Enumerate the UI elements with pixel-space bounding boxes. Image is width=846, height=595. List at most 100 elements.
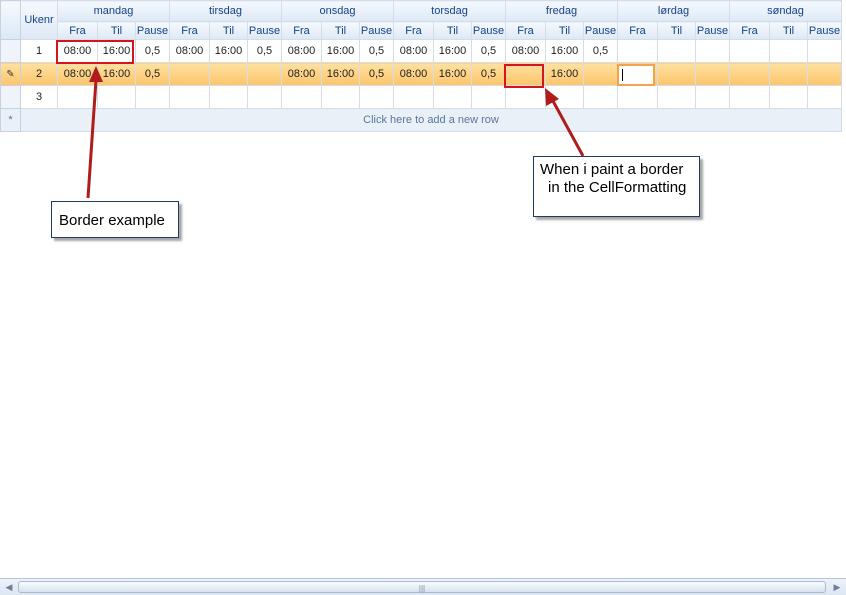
cell[interactable]: 0,5 bbox=[135, 39, 170, 63]
cell[interactable] bbox=[807, 62, 842, 86]
cell[interactable] bbox=[769, 62, 808, 86]
cell-ukenr[interactable]: 3 bbox=[20, 85, 58, 109]
cell[interactable] bbox=[135, 85, 170, 109]
header-sub-pause-2[interactable]: Pause bbox=[359, 21, 394, 40]
scroll-right-icon[interactable]: ▶ bbox=[830, 581, 844, 593]
header-sub-fra-1[interactable]: Fra bbox=[169, 21, 210, 40]
header-day-torsdag[interactable]: torsdag bbox=[393, 0, 506, 22]
header-sub-fra-2[interactable]: Fra bbox=[281, 21, 322, 40]
cell[interactable] bbox=[657, 62, 696, 86]
row-selector[interactable] bbox=[0, 39, 21, 63]
header-sub-til-4[interactable]: Til bbox=[545, 21, 584, 40]
cell[interactable]: 16:00 bbox=[209, 39, 248, 63]
cell[interactable] bbox=[807, 39, 842, 63]
header-sub-til-5[interactable]: Til bbox=[657, 21, 696, 40]
cell-ukenr[interactable]: 2 bbox=[20, 62, 58, 86]
cell[interactable] bbox=[729, 85, 770, 109]
cell[interactable]: 08:00 bbox=[505, 39, 546, 63]
cell[interactable] bbox=[695, 62, 730, 86]
cell[interactable] bbox=[247, 85, 282, 109]
cell[interactable]: 08:00 bbox=[393, 62, 434, 86]
cell[interactable] bbox=[321, 85, 360, 109]
header-day-tirsdag[interactable]: tirsdag bbox=[169, 0, 282, 22]
header-sub-til-6[interactable]: Til bbox=[769, 21, 808, 40]
header-sub-til-0[interactable]: Til bbox=[97, 21, 136, 40]
cell[interactable] bbox=[505, 85, 546, 109]
cell[interactable]: 0,5 bbox=[135, 62, 170, 86]
cell[interactable] bbox=[471, 85, 506, 109]
header-day-mandag[interactable]: mandag bbox=[57, 0, 170, 22]
cell[interactable] bbox=[617, 39, 658, 63]
cell[interactable] bbox=[617, 85, 658, 109]
cell[interactable]: 16:00 bbox=[545, 62, 584, 86]
horizontal-scrollbar[interactable]: ◀ ||| ▶ bbox=[0, 578, 846, 595]
cell[interactable]: 08:00 bbox=[393, 39, 434, 63]
cell[interactable] bbox=[695, 85, 730, 109]
cell-ukenr[interactable]: 1 bbox=[20, 39, 58, 63]
cell[interactable] bbox=[281, 85, 322, 109]
cell[interactable] bbox=[247, 62, 282, 86]
cell[interactable]: 16:00 bbox=[433, 62, 472, 86]
cell[interactable]: 16:00 bbox=[97, 62, 136, 86]
header-sub-pause-0[interactable]: Pause bbox=[135, 21, 170, 40]
header-sub-fra-5[interactable]: Fra bbox=[617, 21, 658, 40]
row-selector[interactable]: ✎ bbox=[0, 62, 21, 86]
header-sub-fra-4[interactable]: Fra bbox=[505, 21, 546, 40]
header-day-onsdag[interactable]: onsdag bbox=[281, 0, 394, 22]
corner-header[interactable] bbox=[0, 0, 21, 40]
cell[interactable]: 08:00 bbox=[281, 62, 322, 86]
cell[interactable]: 08:00 bbox=[57, 62, 98, 86]
cell[interactable] bbox=[807, 85, 842, 109]
cell[interactable] bbox=[583, 85, 618, 109]
scroll-left-icon[interactable]: ◀ bbox=[2, 581, 16, 593]
cell[interactable] bbox=[769, 39, 808, 63]
header-day-lordag[interactable]: lørdag bbox=[617, 0, 730, 22]
cell[interactable]: 0,5 bbox=[471, 62, 506, 86]
cell[interactable]: 0,5 bbox=[359, 62, 394, 86]
cell[interactable] bbox=[169, 85, 210, 109]
header-sub-fra-3[interactable]: Fra bbox=[393, 21, 434, 40]
grid-view[interactable]: Ukenr mandag tirsdag onsdag torsdag fred… bbox=[0, 0, 846, 578]
header-sub-pause-6[interactable]: Pause bbox=[807, 21, 842, 40]
row-selector[interactable] bbox=[0, 85, 21, 109]
cell[interactable]: 16:00 bbox=[433, 39, 472, 63]
cell[interactable] bbox=[209, 62, 248, 86]
cell[interactable] bbox=[433, 85, 472, 109]
cell[interactable] bbox=[769, 85, 808, 109]
cell[interactable] bbox=[695, 39, 730, 63]
cell[interactable] bbox=[545, 85, 584, 109]
header-day-sondag[interactable]: søndag bbox=[729, 0, 842, 22]
cell[interactable]: 0,5 bbox=[583, 39, 618, 63]
cell[interactable]: 0,5 bbox=[247, 39, 282, 63]
cell[interactable] bbox=[729, 62, 770, 86]
cell[interactable]: 16:00 bbox=[321, 62, 360, 86]
cell[interactable] bbox=[583, 62, 618, 86]
header-day-fredag[interactable]: fredag bbox=[505, 0, 618, 22]
cell[interactable] bbox=[393, 85, 434, 109]
scroll-thumb[interactable]: ||| bbox=[18, 581, 826, 593]
header-sub-fra-0[interactable]: Fra bbox=[57, 21, 98, 40]
cell[interactable]: 08:00 bbox=[281, 39, 322, 63]
cell[interactable] bbox=[169, 62, 210, 86]
header-sub-fra-6[interactable]: Fra bbox=[729, 21, 770, 40]
header-ukenr[interactable]: Ukenr bbox=[20, 0, 58, 40]
cell[interactable]: 0,5 bbox=[471, 39, 506, 63]
add-new-row[interactable]: Click here to add a new row bbox=[20, 108, 842, 132]
header-sub-til-2[interactable]: Til bbox=[321, 21, 360, 40]
cell[interactable] bbox=[657, 85, 696, 109]
cell[interactable]: 08:00 bbox=[169, 39, 210, 63]
cell[interactable] bbox=[97, 85, 136, 109]
cell[interactable] bbox=[57, 85, 98, 109]
header-sub-pause-5[interactable]: Pause bbox=[695, 21, 730, 40]
header-sub-til-3[interactable]: Til bbox=[433, 21, 472, 40]
header-sub-til-1[interactable]: Til bbox=[209, 21, 248, 40]
cell[interactable]: 0,5 bbox=[359, 39, 394, 63]
cell[interactable]: 16:00 bbox=[321, 39, 360, 63]
header-sub-pause-1[interactable]: Pause bbox=[247, 21, 282, 40]
cell[interactable] bbox=[359, 85, 394, 109]
header-sub-pause-4[interactable]: Pause bbox=[583, 21, 618, 40]
header-sub-pause-3[interactable]: Pause bbox=[471, 21, 506, 40]
new-row-marker[interactable]: * bbox=[0, 108, 21, 132]
cell[interactable] bbox=[209, 85, 248, 109]
cell[interactable] bbox=[657, 39, 696, 63]
